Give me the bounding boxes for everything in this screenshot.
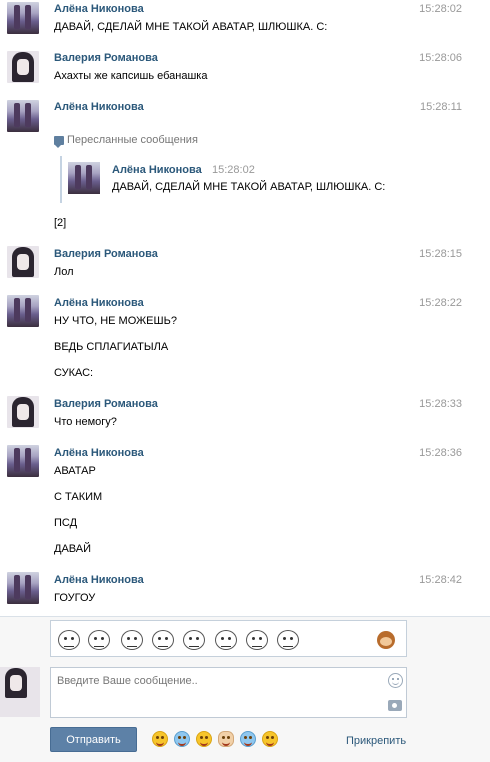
message-text: ВЕДЬ СПЛАГИАТЫЛА (54, 341, 169, 353)
forwarded-avatar[interactable] (68, 162, 100, 194)
tears-of-joy-emoji-icon[interactable] (240, 731, 256, 747)
sticker-panel (50, 620, 407, 657)
avatar[interactable] (7, 51, 39, 83)
message-time: 15:28:15 (419, 248, 462, 260)
message-input-placeholder: Введите Ваше сообщение.. (57, 675, 198, 687)
message-author[interactable]: Валерия Романова (54, 248, 158, 260)
forwarded-label: Пересланные сообщения (54, 134, 198, 148)
message-author[interactable]: Алёна Никонова (54, 297, 144, 309)
message-time: 15:28:36 (419, 447, 462, 459)
forwarded-text: ДАВАЙ, СДЕЛАЙ МНЕ ТАКОЙ АВАТАР, ШЛЮШКА. … (112, 181, 386, 193)
composer-avatar[interactable] (0, 667, 40, 717)
ok-hand-emoji-icon[interactable] (218, 731, 234, 747)
meme-face-icon[interactable] (152, 630, 174, 650)
comment-icon (54, 135, 64, 148)
message-text: Что немогу? (54, 416, 117, 428)
avatar[interactable] (7, 572, 39, 604)
monkey-icon[interactable] (377, 631, 395, 649)
message-time: 15:28:11 (419, 101, 462, 113)
message-input[interactable]: Введите Ваше сообщение.. (50, 667, 407, 718)
meme-face-icon[interactable] (277, 630, 299, 650)
smiley-icon[interactable] (388, 673, 403, 688)
meme-face-icon[interactable] (246, 630, 268, 650)
message-author[interactable]: Валерия Романова (54, 52, 158, 64)
forwarded-time: 15:28:02 (212, 164, 255, 176)
message-text: НУ ЧТО, НЕ МОЖЕШЬ? (54, 315, 177, 327)
send-button[interactable]: Отправить (50, 727, 137, 752)
message-author[interactable]: Алёна Никонова (54, 447, 144, 459)
message-time: 15:28:22 (419, 297, 462, 309)
attach-link[interactable]: Прикрепить (346, 735, 406, 747)
avatar[interactable] (7, 445, 39, 477)
avatar[interactable] (7, 246, 39, 278)
message-text: СУКАС: (54, 367, 94, 379)
message-author[interactable]: Валерия Романова (54, 398, 158, 410)
forwarded-author[interactable]: Алёна Никонова (112, 164, 202, 176)
message-text: С ТАКИМ (54, 491, 103, 503)
message-author[interactable]: Алёна Никонова (54, 574, 144, 586)
message-text: АВАТАР (54, 465, 96, 477)
meme-face-icon[interactable] (58, 630, 80, 650)
forwarded-label-text: Пересланные сообщения (67, 134, 198, 146)
message-text: ДАВАЙ (54, 543, 92, 555)
forwarded-quote-bar (60, 156, 62, 203)
message-author[interactable]: Алёна Никонова (54, 101, 144, 113)
message-text: Лол (54, 266, 74, 278)
message-time: 15:28:06 (419, 52, 462, 64)
message-text: Ахахты же капсишь ебанашка (54, 70, 208, 82)
message-text: [2] (54, 217, 67, 229)
avatar[interactable] (7, 396, 39, 428)
meme-face-icon[interactable] (183, 630, 205, 650)
message-time: 15:28:42 (419, 574, 462, 586)
message-time: 15:28:02 (419, 3, 462, 15)
avatar[interactable] (7, 2, 39, 34)
message-text: ГОУГОУ (54, 592, 96, 604)
avatar[interactable] (7, 295, 39, 327)
laughing-emoji-icon[interactable] (196, 731, 212, 747)
crying-emoji-icon[interactable] (174, 731, 190, 747)
message-text: ДАВАЙ, СДЕЛАЙ МНЕ ТАКОЙ АВАТАР, ШЛЮШКА. … (54, 21, 328, 33)
message-author[interactable]: Алёна Никонова (54, 3, 144, 15)
meme-face-icon[interactable] (215, 630, 237, 650)
grin-emoji-icon[interactable] (262, 731, 278, 747)
smile-emoji-icon[interactable] (152, 731, 168, 747)
message-text: ПСД (54, 517, 78, 529)
camera-icon[interactable] (388, 700, 402, 711)
meme-face-icon[interactable] (88, 630, 110, 650)
message-time: 15:28:33 (419, 398, 462, 410)
avatar[interactable] (7, 100, 39, 132)
meme-face-icon[interactable] (121, 630, 143, 650)
